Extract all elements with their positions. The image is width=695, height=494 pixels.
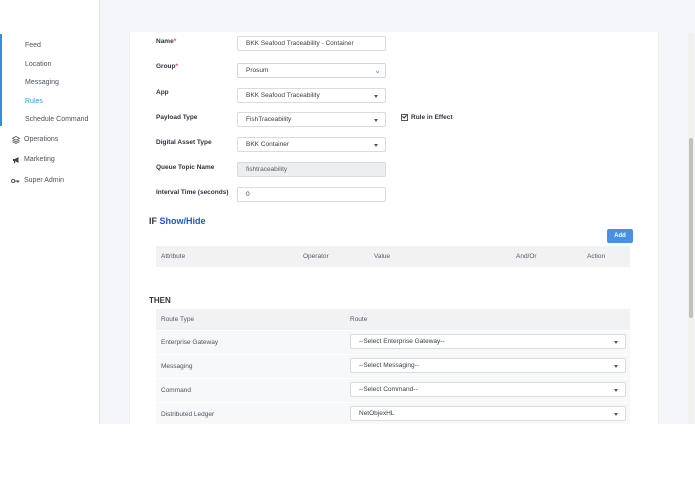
distributed-ledger-select[interactable]: NetObjexHL [350, 406, 626, 421]
route-type-cell: Command [161, 387, 191, 394]
checkbox-checked-icon [401, 114, 408, 121]
sidebar-item-marketing[interactable]: Marketing [11, 155, 55, 164]
app-select-value: BKK Seafood Traceability [246, 92, 320, 99]
column-header-operator: Operator [303, 253, 329, 260]
column-header-route: Route [350, 316, 368, 323]
route-select-value: NetObjexHL [359, 410, 395, 417]
table-row: Messaging --Select Messaging-- [156, 354, 630, 378]
sidebar: Feed Location Messaging Rules Schedule C… [0, 0, 100, 424]
scrollbar-thumb[interactable] [689, 138, 693, 318]
caret-down-icon [374, 119, 378, 122]
queue-topic-name-field: fishtraceability [237, 162, 386, 177]
column-header-and-or: And/Or [516, 253, 537, 260]
route-select-value: --Select Messaging-- [359, 362, 419, 369]
sidebar-item-super-admin[interactable]: Super Admin [11, 176, 64, 185]
digital-asset-type-label: Digital Asset Type [156, 139, 212, 146]
name-label: Name* [156, 38, 177, 45]
caret-down-icon [614, 389, 618, 392]
table-row: Distributed Ledger NetObjexHL [156, 402, 630, 424]
add-condition-button[interactable]: Add [607, 229, 633, 243]
enterprise-gateway-select[interactable]: --Select Enterprise Gateway-- [350, 334, 626, 349]
sidebar-item-location[interactable]: Location [25, 61, 51, 68]
caret-down-icon [614, 413, 618, 416]
interval-time-label: Interval Time (seconds) [156, 189, 229, 196]
sidebar-item-schedule-command[interactable]: Schedule Command [25, 116, 88, 123]
required-mark: * [173, 38, 177, 45]
route-select-value: --Select Enterprise Gateway-- [359, 338, 445, 345]
sidebar-item-operations-label: Operations [24, 136, 59, 143]
route-type-cell: Enterprise Gateway [161, 339, 219, 346]
group-select[interactable]: Prosum ⌄ [237, 63, 386, 78]
column-header-route-type: Route Type [161, 316, 195, 323]
digital-asset-type-value: BKK Container [246, 141, 289, 148]
table-row: Command --Select Command-- [156, 378, 630, 402]
chevron-down-icon: ⌄ [374, 66, 381, 75]
sidebar-item-marketing-label: Marketing [24, 156, 55, 163]
sidebar-item-messaging[interactable]: Messaging [25, 79, 59, 86]
group-label: Group* [156, 63, 179, 70]
group-select-value: Prosum [246, 67, 269, 74]
if-section-heading: IF Show/Hide [149, 216, 206, 226]
megaphone-icon [11, 155, 20, 164]
sidebar-item-operations[interactable]: Operations [11, 135, 58, 144]
if-label: IF [149, 216, 157, 226]
caret-down-icon [614, 341, 618, 344]
payload-type-label: Payload Type [156, 114, 198, 121]
rule-in-effect-checkbox[interactable]: Rule in Effect [401, 114, 453, 121]
vertical-scrollbar[interactable] [688, 33, 694, 424]
caret-down-icon [374, 144, 378, 147]
then-section-heading: THEN [149, 296, 171, 305]
table-row: Enterprise Gateway --Select Enterprise G… [156, 330, 630, 354]
rule-form-card: Name* BKK Seafood Traceability - Contain… [129, 32, 659, 424]
queue-topic-name-label: Queue Topic Name [156, 164, 215, 171]
route-type-cell: Distributed Ledger [161, 411, 215, 418]
payload-type-value: FishTraceability [246, 116, 292, 123]
name-input[interactable]: BKK Seafood Traceability - Container [237, 36, 386, 51]
digital-asset-type-select[interactable]: BKK Container [237, 137, 386, 152]
then-table-header: Route Type Route [156, 309, 630, 330]
column-header-action: Action [587, 253, 606, 260]
rule-in-effect-label: Rule in Effect [411, 114, 453, 121]
command-select[interactable]: --Select Command-- [350, 382, 626, 397]
route-type-cell: Messaging [161, 363, 193, 370]
caret-down-icon [374, 95, 378, 98]
column-header-attribute: Attribute [161, 253, 186, 260]
app-label: App [156, 89, 169, 96]
messaging-select[interactable]: --Select Messaging-- [350, 358, 626, 373]
show-hide-link[interactable]: Show/Hide [160, 216, 206, 226]
sidebar-item-rules[interactable]: Rules [25, 98, 43, 105]
payload-type-select[interactable]: FishTraceability [237, 112, 386, 127]
interval-time-input[interactable]: 0 [237, 187, 386, 202]
column-header-value: Value [374, 253, 391, 260]
caret-down-icon [614, 365, 618, 368]
route-select-value: --Select Command-- [359, 386, 418, 393]
sidebar-item-feed[interactable]: Feed [25, 42, 41, 49]
layers-icon [11, 135, 20, 144]
if-table-header: Attribute Operator Value And/Or Action [156, 246, 630, 267]
sidebar-item-super-admin-label: Super Admin [24, 177, 65, 184]
key-icon [11, 176, 20, 185]
app-select[interactable]: BKK Seafood Traceability [237, 88, 386, 103]
app-window: Feed Location Messaging Rules Schedule C… [0, 0, 695, 424]
sidebar-active-indicator [0, 34, 2, 126]
required-mark: * [175, 63, 179, 70]
